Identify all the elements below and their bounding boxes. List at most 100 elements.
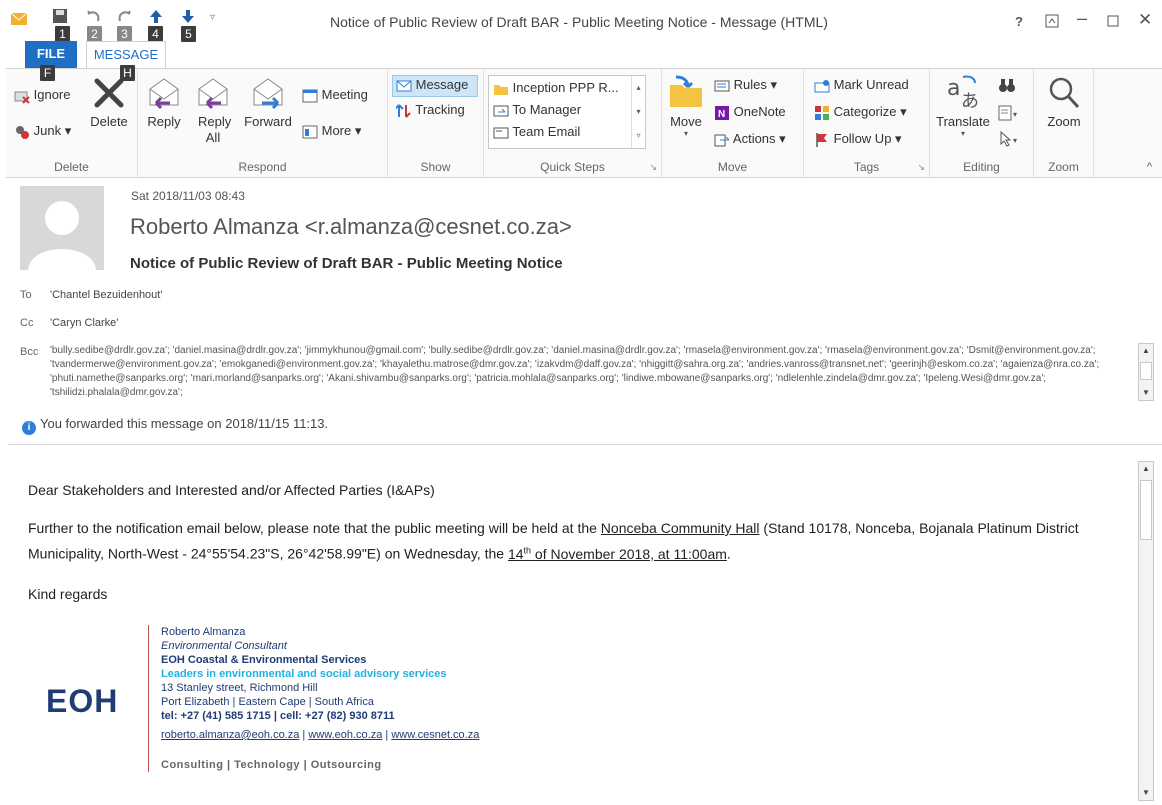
body-scroll-down-arrow[interactable]: ▼ <box>1139 786 1153 800</box>
scroll-down-arrow[interactable]: ▼ <box>1139 386 1153 400</box>
junk-icon <box>16 125 29 139</box>
sig-footer: Consulting | Technology | Outsourcing <box>161 759 382 771</box>
down-arrow-icon[interactable] <box>180 8 196 24</box>
move-group-label: Move <box>717 160 748 174</box>
follow-up-button[interactable]: Follow Up ▾ <box>814 131 902 148</box>
forward-button[interactable]: Forward <box>242 75 294 129</box>
related-icon[interactable]: ▾ <box>998 105 1020 121</box>
to-label: To <box>20 289 32 301</box>
cc-recipients[interactable]: 'Caryn Clarke' <box>50 317 118 329</box>
select-cursor-icon[interactable]: ▾ <box>998 131 1020 147</box>
forward-mail-icon <box>493 105 509 117</box>
avatar <box>20 186 104 270</box>
meeting-button[interactable]: Meeting <box>302 87 368 104</box>
sig-tagline: Leaders in environmental and social advi… <box>161 668 447 680</box>
bcc-recipients[interactable]: 'bully.sedibe@drdlr.gov.za'; 'daniel.mas… <box>50 344 1135 400</box>
onenote-button[interactable]: N OneNote <box>714 104 786 121</box>
customize-qat-icon[interactable]: ▿ <box>210 12 215 23</box>
reply-label: Reply <box>147 114 181 129</box>
reply-button[interactable]: Reply <box>144 75 184 129</box>
move-button[interactable]: Move ▾ <box>666 75 706 138</box>
junk-button[interactable]: Junk ▾ <box>14 123 71 140</box>
quick-step-team-email-label: Team Email <box>512 124 581 139</box>
message-body: Dear Stakeholders and Interested and/or … <box>8 444 1162 805</box>
keytip-5: 5 <box>181 26 196 42</box>
bcc-scrollbar[interactable]: ▲ ▼ <box>1138 343 1154 401</box>
body-scroll-up-arrow[interactable]: ▲ <box>1139 462 1153 476</box>
ignore-label: Ignore <box>33 87 71 102</box>
close-button[interactable]: ✕ <box>1138 10 1152 30</box>
translate-button[interactable]: aあ Translate ▾ <box>934 73 992 138</box>
redo-icon[interactable] <box>116 8 132 24</box>
magnifier-icon <box>1049 77 1080 109</box>
zoom-group-label: Zoom <box>1048 160 1079 174</box>
minimize-button[interactable]: – <box>1077 8 1087 29</box>
tags-group: Mark Unread Categorize ▾ Follow Up ▾ Tag… <box>804 69 930 177</box>
scroll-thumb[interactable] <box>1140 362 1152 380</box>
actions-button[interactable]: Actions ▾ <box>714 131 786 148</box>
more-respond-button[interactable]: More ▾ <box>302 123 361 140</box>
folder-icon <box>494 84 508 95</box>
tracking-icon <box>396 103 411 118</box>
flag-icon <box>816 132 827 147</box>
to-recipients[interactable]: 'Chantel Bezuidenhout' <box>50 289 162 301</box>
quick-step-to-manager[interactable]: To Manager <box>493 102 581 118</box>
more-icon <box>302 125 318 139</box>
delete-button[interactable]: Delete <box>86 75 132 129</box>
ignore-button[interactable]: Ignore <box>14 87 71 104</box>
scroll-up-arrow[interactable]: ▲ <box>1139 344 1153 358</box>
sig-web2-link[interactable]: www.cesnet.co.za <box>391 729 479 741</box>
quick-step-inception[interactable]: Inception PPP R... <box>493 80 619 96</box>
save-icon[interactable] <box>52 8 68 24</box>
sig-company: EOH Coastal & Environmental Services <box>161 654 367 666</box>
svg-text:あ: あ <box>961 91 979 111</box>
categorize-button[interactable]: Categorize ▾ <box>814 104 907 121</box>
show-group-label: Show <box>420 160 451 174</box>
quick-steps-group-label: Quick Steps <box>540 160 605 174</box>
help-button[interactable]: ? <box>1015 14 1023 29</box>
quick-step-team-email[interactable]: Team Email <box>493 124 580 140</box>
undo-icon[interactable] <box>86 8 102 24</box>
tracking-button[interactable]: Tracking <box>396 102 465 119</box>
sig-web1-link[interactable]: www.eoh.co.za <box>308 729 382 741</box>
bcc-label: Bcc <box>20 346 39 358</box>
reply-all-button[interactable]: Reply All <box>190 75 236 146</box>
sender[interactable]: Roberto Almanza <r.almanza@cesnet.co.za> <box>130 214 572 240</box>
rules-icon <box>714 80 730 92</box>
ribbon: Ignore Junk ▾ Delete Delete Reply Reply … <box>6 68 1162 178</box>
maximize-button[interactable] <box>1107 15 1119 27</box>
sig-sep-2: | <box>382 729 392 741</box>
delete-group: Ignore Junk ▾ Delete Delete <box>6 69 138 177</box>
sig-address2: Port Elizabeth | Eastern Cape | South Af… <box>161 696 374 708</box>
message-show-button[interactable]: Message <box>396 77 468 93</box>
sig-email-link[interactable]: roberto.almanza@eoh.co.za <box>161 729 299 741</box>
ribbon-display-icon[interactable] <box>1045 14 1059 28</box>
up-arrow-icon[interactable] <box>148 8 164 24</box>
forward-icon <box>253 78 283 110</box>
editing-group-label: Editing <box>963 160 1000 174</box>
sig-name: Roberto Almanza <box>161 626 246 638</box>
quick-steps-scroll[interactable]: ▴ ▾ ▿ <box>631 76 645 148</box>
quick-steps-launcher-icon[interactable]: ↘ <box>649 162 657 173</box>
meeting-icon <box>302 89 318 103</box>
svg-text:a: a <box>947 76 960 101</box>
categorize-icon <box>815 105 829 120</box>
body-scroll-thumb[interactable] <box>1140 480 1152 540</box>
meeting-date: 14th of November 2018, at 11:00am <box>508 545 727 562</box>
binoculars-icon[interactable] <box>998 77 1016 93</box>
tags-launcher-icon[interactable]: ↘ <box>917 162 925 173</box>
delete-label: Delete <box>90 114 128 129</box>
mark-unread-button[interactable]: Mark Unread <box>814 77 909 93</box>
collapse-ribbon-icon[interactable]: ^ <box>1147 161 1152 173</box>
zoom-button[interactable]: Zoom <box>1040 75 1088 129</box>
greeting: Dear Stakeholders and Interested and/or … <box>28 482 435 498</box>
move-group: Move ▾ Rules ▾ N OneNote Actions ▾ Move <box>662 69 804 177</box>
meeting-date-rest: of November 2018, at 11:00am <box>531 545 727 562</box>
editing-group: aあ Translate ▾ ▾ ▾ Editing <box>930 69 1034 177</box>
body-scrollbar[interactable]: ▲ ▼ <box>1138 461 1154 801</box>
rules-button[interactable]: Rules ▾ <box>714 77 777 93</box>
reply-all-icon <box>198 78 228 110</box>
junk-label: Junk ▾ <box>33 123 72 138</box>
translate-label: Translate <box>936 114 990 129</box>
window-title: Notice of Public Review of Draft BAR - P… <box>330 14 828 30</box>
